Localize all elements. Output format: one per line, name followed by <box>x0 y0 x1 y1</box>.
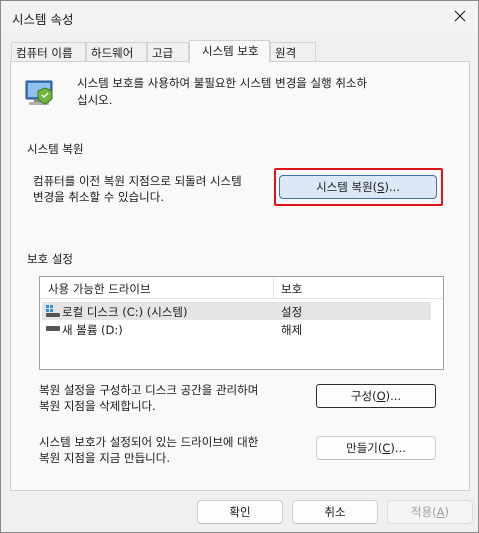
drive-icon <box>46 326 60 331</box>
system-properties-window: 시스템 속성 컴퓨터 이름 하드웨어 고급 시스템 보호 원격 시스템 보호를 … <box>0 0 479 533</box>
column-available-drives[interactable]: 사용 가능한 드라이브 <box>48 281 151 297</box>
title-bar: 시스템 속성 <box>1 1 478 33</box>
drive-status: 설정 <box>281 305 303 319</box>
drive-status: 해제 <box>281 323 303 337</box>
tab-computer-name[interactable]: 컴퓨터 이름 <box>11 42 86 62</box>
system-restore-button[interactable]: 시스템 복원(S)... <box>279 175 437 199</box>
column-protection[interactable]: 보호 <box>281 281 302 297</box>
drive-name: 새 볼륨 (D:) <box>62 323 123 337</box>
window-title: 시스템 속성 <box>12 12 74 27</box>
tab-system-protection[interactable]: 시스템 보호 <box>189 40 270 63</box>
close-icon <box>454 10 466 22</box>
system-restore-heading: 시스템 복원 <box>27 142 84 156</box>
configure-description: 복원 설정을 구성하고 디스크 공간을 관리하며 복원 지점을 삭제합니다. <box>39 383 259 413</box>
drive-name: 로컬 디스크 (C:) (시스템) <box>62 305 188 319</box>
create-button[interactable]: 만들기(C)... <box>316 436 436 460</box>
tab-panel: 시스템 보호를 사용하여 불필요한 시스템 변경을 실행 취소하 십시오. 시스… <box>10 61 470 491</box>
system-protection-icon <box>25 80 53 105</box>
tab-hardware[interactable]: 하드웨어 <box>86 42 147 62</box>
windows-drive-icon <box>46 305 60 317</box>
intro-text: 시스템 보호를 사용하여 불필요한 시스템 변경을 실행 취소하 십시오. <box>77 76 368 107</box>
apply-button[interactable]: 적용(A) <box>387 500 473 524</box>
close-button[interactable] <box>448 5 472 27</box>
column-separator <box>273 277 274 299</box>
drive-row-c[interactable]: 로컬 디스크 (C:) (시스템) 설정 <box>42 302 431 320</box>
cancel-button[interactable]: 취소 <box>292 500 378 524</box>
drive-list-header: 사용 가능한 드라이브 보호 <box>40 277 443 299</box>
tab-advanced[interactable]: 고급 <box>147 42 189 62</box>
ok-button[interactable]: 확인 <box>197 500 283 524</box>
tab-remote[interactable]: 원격 <box>270 42 316 62</box>
dialog-footer: 확인 취소 적용(A) <box>1 492 478 532</box>
configure-button[interactable]: 구성(O)... <box>316 384 436 408</box>
create-description: 시스템 보호가 설정되어 있는 드라이브에 대한 복원 지점을 지금 만듭니다. <box>39 435 259 465</box>
drive-row-d[interactable]: 새 볼륨 (D:) 해제 <box>42 320 431 338</box>
protection-settings-heading: 보호 설정 <box>27 252 73 266</box>
system-restore-description: 컴퓨터를 이전 복원 지점으로 되돌려 시스템 변경을 취소할 수 있습니다. <box>33 174 242 204</box>
drive-list[interactable]: 사용 가능한 드라이브 보호 로컬 디스크 (C:) (시스템) 설정 새 볼륨… <box>39 276 444 370</box>
